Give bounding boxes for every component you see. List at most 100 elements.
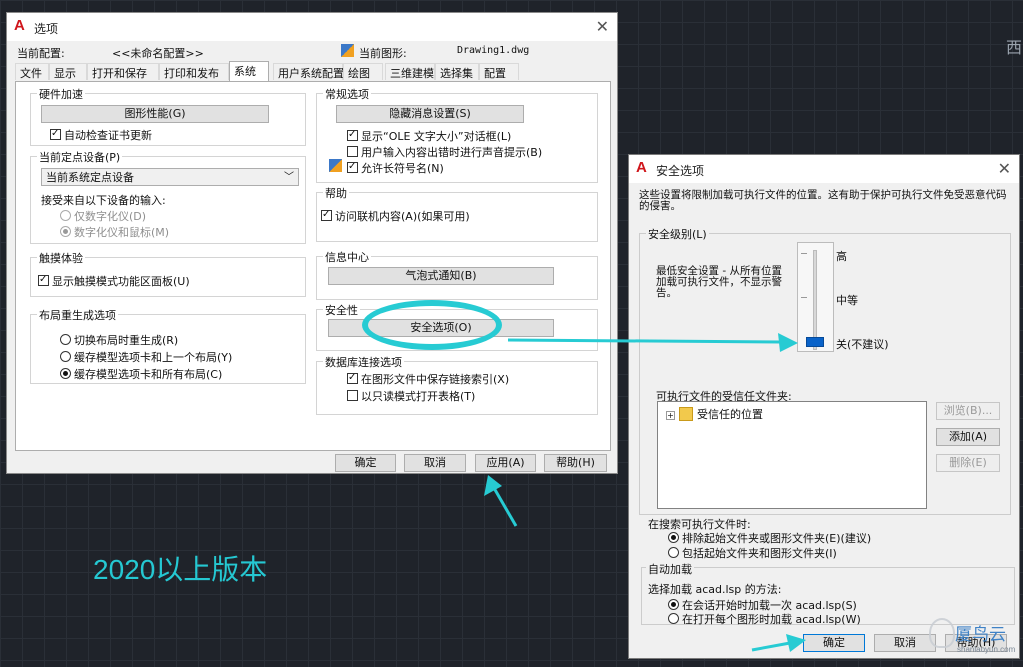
radio-label: 切换布局时重生成(R) [74,334,179,347]
graphics-performance-button[interactable]: 图形性能(G) [41,105,269,123]
browse-button[interactable]: 浏览(B)... [936,402,1000,420]
tab-display[interactable]: 显示 [49,63,87,80]
watermark-url: shanlaoyun.com [957,645,1016,654]
slider-thumb[interactable] [806,337,824,347]
include-start-folder-radio[interactable]: 包括起始文件夹和图形文件夹(I) [668,545,837,561]
long-symbol-names-checkbox[interactable]: 允许长符号名(N) [347,160,444,176]
tab-open-save[interactable]: 打开和保存 [87,63,159,80]
open-readonly-checkbox[interactable]: 以只读模式打开表格(T) [347,388,475,404]
access-online-checkbox[interactable]: 访问联机内容(A)(如果可用) [321,208,470,224]
tab-user-preferences[interactable]: 用户系统配置 [273,63,344,80]
background-edge-text: 西 [1006,38,1023,57]
tree-item-trusted-locations[interactable]: + 受信任的位置 [666,406,763,422]
store-links-index-checkbox[interactable]: 在图形文件中保存链接索引(X) [347,371,509,387]
show-touch-panel-checkbox[interactable]: 显示触摸模式功能区面板(U) [38,273,190,289]
options-dialog-title: 选项 [34,22,59,36]
exclude-start-folder-radio[interactable]: 排除起始文件夹或图形文件夹(E)(建议) [668,530,871,546]
radio-icon [60,368,71,379]
level-medium-label: 中等 [836,294,858,307]
radio-icon [668,532,679,543]
beep-on-error-checkbox[interactable]: 用户输入内容出错时进行声音提示(B) [347,144,542,160]
accept-input-label: 接受来自以下设备的输入: [41,194,166,207]
security-ok-button[interactable]: 确定 [803,634,865,652]
options-titlebar: A 选项 ✕ [7,13,617,41]
security-level-description: 最低安全设置 - 从所有位置加载可执行文件，不显示警告。 [656,265,782,299]
radio-label: 缓存模型选项卡和上一个布局(Y) [74,351,233,364]
close-icon[interactable]: ✕ [596,17,609,36]
load-every-drawing-radio[interactable]: 在打开每个图形时加载 acad.lsp(W) [668,611,861,627]
chevron-down-icon: ﹀ [284,172,294,183]
tab-files[interactable]: 文件 [15,63,49,80]
checkbox-icon [38,273,49,287]
tab-system[interactable]: 系统 [229,61,269,81]
checkbox-label: 在图形文件中保存链接索引(X) [361,373,510,386]
checkbox-label: 以只读模式打开表格(T) [361,390,476,403]
digitizer-mouse-radio[interactable]: 数字化仪和鼠标(M) [60,224,169,240]
slider-tick [801,297,807,298]
tab-3d-modeling[interactable]: 三维建模 [385,63,435,80]
level-off-label: 关(不建议) [836,338,889,351]
security-cancel-button[interactable]: 取消 [874,634,936,652]
radio-icon [668,613,679,624]
level-high-label: 高 [836,250,847,263]
select-value: 当前系统定点设备 [46,171,134,184]
radio-icon [60,210,71,221]
tab-page-panel: 硬件加速 图形性能(G) 自动检查证书更新 当前定点设备(P) 当前系统定点设备… [15,81,611,451]
delete-button[interactable]: 删除(E) [936,454,1000,472]
group-title: 当前定点设备(P) [37,149,123,165]
close-icon[interactable]: ✕ [998,159,1011,178]
radio-label: 仅数字化仪(D) [74,210,147,223]
version-caption: 2020以上版本 [93,554,268,585]
group-title: 布局重生成选项 [37,307,118,323]
cancel-button[interactable]: 取消 [404,454,466,472]
radio-label: 排除起始文件夹或图形文件夹(E)(建议) [682,532,872,545]
digitizer-only-radio[interactable]: 仅数字化仪(D) [60,208,146,224]
tree-item-label: 受信任的位置 [697,408,763,421]
regen-on-switch-radio[interactable]: 切换布局时重生成(R) [60,332,178,348]
apply-button[interactable]: 应用(A) [475,454,536,472]
watermark-name: 厦鸟云 [955,625,1006,644]
checkbox-label: 允许长符号名(N) [361,162,444,175]
options-dialog: A 选项 ✕ 当前配置: <<未命名配置>> 当前图形: Drawing1.dw… [6,12,618,474]
current-profile-value: <<未命名配置>> [112,47,204,60]
show-ole-dialog-checkbox[interactable]: 显示“OLE 文字大小”对话框(L) [347,128,511,144]
hidden-messages-button[interactable]: 隐藏消息设置(S) [336,105,524,123]
radio-icon [668,547,679,558]
checkbox-label: 用户输入内容出错时进行声音提示(B) [361,146,543,159]
checkbox-icon [50,127,61,141]
tab-profiles[interactable]: 配置 [479,63,519,80]
tab-plot-publish[interactable]: 打印和发布 [159,63,229,80]
cache-model-all-radio[interactable]: 缓存模型选项卡和所有布局(C) [60,366,222,382]
checkbox-icon [347,146,358,157]
checkbox-icon [321,208,332,222]
expand-plus-icon[interactable]: + [666,411,675,420]
autoload-method-label: 选择加载 acad.lsp 的方法: [648,581,781,597]
checkbox-label: 访问联机内容(A)(如果可用) [335,210,470,223]
help-button[interactable]: 帮助(H) [544,454,607,472]
balloon-notifications-button[interactable]: 气泡式通知(B) [328,267,554,285]
autocad-logo-icon: A [14,17,25,34]
checkbox-label: 显示“OLE 文字大小”对话框(L) [361,130,512,143]
group-title: 数据库连接选项 [323,354,404,370]
watermark-logo-icon [929,618,955,648]
tab-drafting[interactable]: 绘图 [343,63,383,80]
security-description: 这些设置将限制加载可执行文件的位置。这有助于保护可执行文件免受恶意代码的侵害。 [639,189,1007,212]
checkbox-icon [347,160,358,174]
current-drawing-value: Drawing1.dwg [457,45,530,56]
checkbox-icon [347,371,358,385]
trusted-folders-tree[interactable]: + 受信任的位置 [657,401,927,509]
security-titlebar: A 安全选项 ✕ [629,155,1019,183]
checkbox-icon [347,128,358,142]
cache-model-last-radio[interactable]: 缓存模型选项卡和上一个布局(Y) [60,349,232,365]
tab-selection[interactable]: 选择集 [435,63,479,80]
drawing-file-icon [341,44,354,57]
radio-icon [668,599,679,610]
auto-check-cert-checkbox[interactable]: 自动检查证书更新 [50,127,152,143]
ok-button[interactable]: 确定 [335,454,396,472]
current-drawing-label: 当前图形: [359,47,407,60]
add-button[interactable]: 添加(A) [936,428,1000,446]
group-title: 触摸体验 [37,250,85,266]
radio-icon [60,334,71,345]
radio-label: 在打开每个图形时加载 acad.lsp(W) [682,613,861,626]
pointing-device-select[interactable]: 当前系统定点设备 ﹀ [41,168,299,186]
